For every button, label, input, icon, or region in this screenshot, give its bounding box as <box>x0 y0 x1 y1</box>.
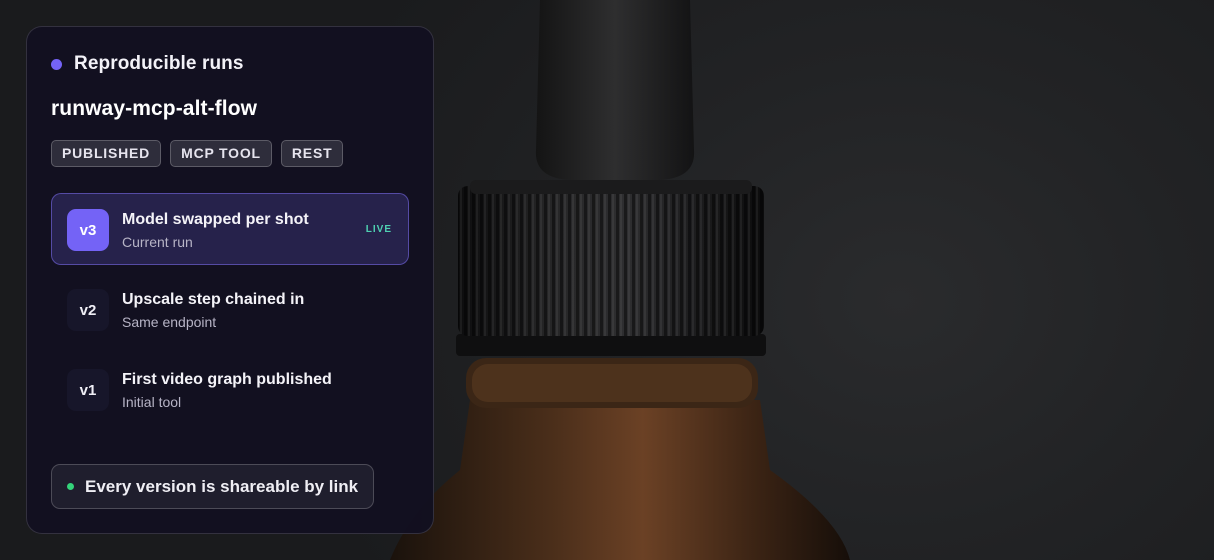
version-subtitle: Current run <box>122 234 193 250</box>
version-badge: v2 <box>67 289 109 331</box>
online-dot-icon <box>67 483 74 490</box>
flow-name: runway-mcp-alt-flow <box>51 97 258 120</box>
version-item-v1[interactable]: v1 First video graph published Initial t… <box>51 353 409 425</box>
tag-published: PUBLISHED <box>51 140 162 167</box>
tag-rest: REST <box>280 140 344 167</box>
version-title: Model swapped per shot <box>122 211 309 228</box>
version-title: First video graph published <box>122 371 332 388</box>
version-item-v3[interactable]: v3 Model swapped per shot Current run LI… <box>51 193 409 265</box>
share-link-text: Every version is shareable by link <box>85 476 359 496</box>
version-item-v2[interactable]: v2 Upscale step chained in Same endpoint <box>51 273 409 345</box>
version-title: Upscale step chained in <box>122 291 305 308</box>
version-subtitle: Same endpoint <box>122 314 217 330</box>
version-subtitle: Initial tool <box>122 394 182 410</box>
version-badge: v1 <box>67 369 109 411</box>
reproducible-runs-card: Reproducible runs runway-mcp-alt-flow PU… <box>26 26 434 534</box>
share-link-pill[interactable]: Every version is shareable by link <box>51 464 375 509</box>
version-badge: v3 <box>67 209 109 251</box>
version-list: v3 Model swapped per shot Current run LI… <box>51 193 409 433</box>
card-header: Reproducible runs <box>51 53 244 75</box>
status-dot-icon <box>51 58 62 70</box>
live-badge: LIVE <box>365 224 392 235</box>
card-title: Reproducible runs <box>74 53 244 74</box>
tag-mcp-tool: MCP TOOL <box>170 140 272 167</box>
tag-list: PUBLISHED MCP TOOL REST <box>51 140 344 167</box>
